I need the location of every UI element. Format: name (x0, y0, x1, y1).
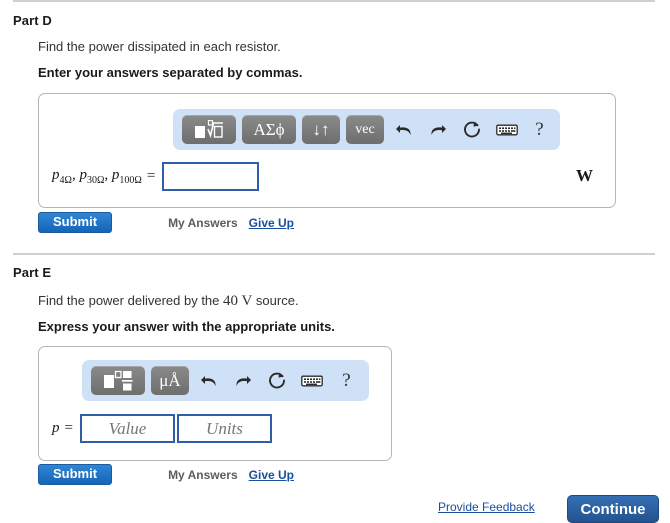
part-d-give-up-link[interactable]: Give Up (249, 216, 294, 230)
greek-symbols-label: ΑΣϕ (253, 120, 285, 139)
part-d-answer-label: p4Ω, p30Ω, p100Ω (52, 167, 142, 186)
part-e-submit-button[interactable]: Submit (38, 464, 113, 485)
part-d-answer-input[interactable] (162, 162, 260, 191)
redo-icon[interactable] (428, 115, 448, 144)
top-divider (13, 0, 655, 2)
vector-label: vec (355, 121, 375, 137)
part-e-my-answers-label: My Answers (168, 467, 238, 482)
help-icon[interactable]: ? (532, 115, 547, 144)
math-template-glyph (195, 120, 223, 139)
part-e-instruction: Express your answer with the appropriate… (38, 319, 335, 334)
part-e-value-input[interactable] (79, 414, 175, 443)
part-d-equation-row: p4Ω, p30Ω, p100Ω = (52, 162, 260, 191)
units-button-label: μÅ (159, 371, 181, 390)
part-e-units-input[interactable] (176, 414, 272, 443)
part-d-unit-label: W (576, 166, 593, 185)
help-icon[interactable]: ? (337, 366, 356, 395)
subscript-2: 30Ω (86, 175, 105, 186)
sort-arrows-button[interactable]: ↓↑ (302, 115, 340, 144)
undo-icon[interactable] (394, 115, 414, 144)
part-e-submit-row: Submit My Answers Give Up (38, 464, 294, 485)
sort-arrows-label: ↓↑ (312, 120, 330, 139)
part-e-question: Find the power delivered by the 40 V sou… (38, 293, 299, 310)
subscript-1: 4Ω (59, 175, 72, 186)
equals-sign: = (146, 168, 156, 184)
part-d-my-answers-label: My Answers (168, 215, 238, 230)
help-icon-label: ? (535, 118, 544, 140)
units-button[interactable]: μÅ (151, 366, 189, 395)
part-e-heading: Part E (13, 265, 52, 280)
math-template-icon[interactable] (91, 366, 145, 395)
part-e-question-suffix: source. (252, 293, 299, 308)
keyboard-icon[interactable] (301, 366, 323, 395)
part-e-answer-label: p (52, 420, 60, 436)
part-e-question-prefix: Find the power delivered by the (38, 293, 223, 308)
part-divider (13, 253, 655, 255)
part-d-submit-row: Submit My Answers Give Up (38, 212, 294, 233)
provide-feedback-link[interactable]: Provide Feedback (438, 500, 535, 514)
greek-symbols-button[interactable]: ΑΣϕ (242, 115, 296, 144)
vector-button[interactable]: vec (346, 115, 384, 144)
part-d-submit-button[interactable]: Submit (38, 212, 113, 233)
part-d-math-toolbar: ΑΣϕ ↓↑ vec ? (173, 109, 560, 150)
reset-icon[interactable] (462, 115, 482, 144)
part-d-instruction: Enter your answers separated by commas. (38, 65, 303, 80)
help-icon-label: ? (342, 369, 351, 391)
redo-icon[interactable] (233, 366, 253, 395)
part-e-give-up-link[interactable]: Give Up (249, 468, 294, 482)
continue-button[interactable]: Continue (567, 495, 659, 523)
fraction-template-glyph (104, 370, 133, 391)
part-d-question: Find the power dissipated in each resist… (38, 39, 281, 54)
equals-sign: = (64, 420, 73, 436)
subscript-3: 100Ω (119, 175, 142, 186)
part-d-heading: Part D (13, 13, 52, 28)
part-e-source-value: 40 V (223, 293, 253, 309)
part-e-equation-row: p = (52, 414, 272, 443)
undo-icon[interactable] (199, 366, 219, 395)
reset-icon[interactable] (267, 366, 287, 395)
keyboard-icon[interactable] (496, 115, 518, 144)
math-template-icon[interactable] (182, 115, 236, 144)
part-e-math-toolbar: μÅ ? (82, 360, 369, 401)
